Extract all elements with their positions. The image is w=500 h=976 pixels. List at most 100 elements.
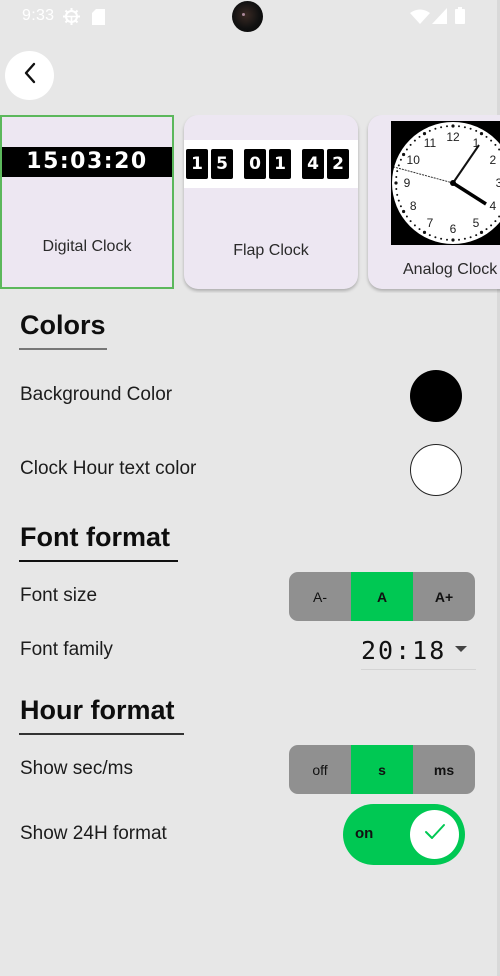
status-bar: 9:33 [0,0,500,34]
font-size-normal-button[interactable]: A [351,572,413,621]
show-sec-ms-segmented-control[interactable]: off s ms [289,745,475,794]
clock-tick [440,126,443,129]
clock-numeral: 4 [489,199,496,213]
clock-type-carousel[interactable]: 15:03:20 Digital Clock 1 5 0 1 4 2 Flap … [0,115,500,293]
flap-digit: 1 [186,149,208,179]
analog-clock-face: 12 1234567891011 [392,122,500,244]
clock-tick [396,170,399,173]
font-family-dropdown[interactable]: 20:18 [361,632,476,670]
clock-tick [485,135,488,138]
sec-off-button[interactable]: off [289,745,351,794]
clock-tick [399,158,402,161]
clock-tick [418,228,421,231]
clock-tick [494,143,497,146]
clock-tick [418,135,421,138]
font-size-segmented-control[interactable]: A- A A+ [289,572,475,621]
clock-tick [394,181,398,185]
section-underline [19,733,184,735]
background-color-label: Background Color [20,384,173,405]
font-family-preview: 20:18 [361,636,447,665]
card-label: Analog Clock [403,261,498,278]
clock-numeral: 11 [424,136,437,150]
clock-tick [463,237,466,240]
sec-ms-button[interactable]: ms [413,745,475,794]
wifi-icon [410,9,430,29]
section-underline [19,348,107,350]
card-label: Flap Clock [233,242,309,259]
back-button[interactable] [5,51,54,100]
clock-tick [490,224,493,227]
card-label: Digital Clock [42,238,132,255]
clock-tick [469,127,472,130]
section-title-hour-format: Hour format [20,695,175,725]
clock-tick [396,193,399,196]
clock-numeral: 3 [496,176,500,190]
section-title-colors: Colors [20,310,106,340]
clock-tick [409,143,412,146]
clock-hour-text-color-label: Clock Hour text color [20,458,197,479]
background-color-swatch[interactable] [410,370,462,422]
clock-hour-text-color-swatch[interactable] [410,444,462,496]
checkmark-icon [424,823,446,846]
clock-tick [402,209,406,214]
show-24h-toggle[interactable]: on [343,804,465,865]
flap-digit: 5 [211,149,233,179]
sec-s-button[interactable]: s [351,745,413,794]
clock-type-card-digital[interactable]: 15:03:20 Digital Clock [0,115,174,289]
clock-numeral: 6 [450,222,457,236]
clock-numeral: 5 [473,216,480,230]
flap-digit: 0 [244,149,266,179]
clock-type-card-analog[interactable]: 12 1 2 3 4 5 6 7 8 9 10 11 Analog Clock [368,115,500,289]
clock-numeral: 7 [427,216,434,230]
clock-tick [413,224,416,227]
clock-tick [395,188,398,190]
flap-clock-preview: 1 5 0 1 4 2 [184,140,358,188]
analog-clock-preview: 12 1 2 3 4 5 6 7 8 9 10 11 [391,121,500,245]
clock-tick [446,238,448,241]
show-sec-ms-label: Show sec/ms [20,758,133,779]
clock-tick [479,230,484,234]
section-title-font-format: Font format [20,522,170,552]
clock-tick [405,148,408,151]
clock-tick [446,125,448,128]
font-size-decrease-button[interactable]: A- [289,572,351,621]
clock-tick [428,129,431,132]
clock-tick [490,139,493,142]
digital-clock-preview: 15:03:20 [2,147,172,177]
clock-tick [463,126,466,129]
clock-tick [479,132,484,136]
clock-tick [402,152,406,157]
cell-signal-icon [432,8,447,29]
font-size-increase-button[interactable]: A+ [413,572,475,621]
clock-tick [434,236,437,239]
clock-tick [458,238,460,241]
clock-tick [451,124,455,128]
clock-tick [397,164,400,167]
flap-digit: 2 [327,149,349,179]
settings-gear-icon [63,8,80,30]
clock-numeral: 12 [446,130,460,144]
clock-tick [409,220,412,223]
clock-type-card-flap[interactable]: 1 5 0 1 4 2 Flap Clock [184,115,358,289]
flap-digit: 4 [302,149,324,179]
clock-tick [475,234,478,237]
clock-tick [422,230,427,234]
clock-numeral: 2 [489,153,496,167]
clock-tick [397,199,400,202]
battery-icon [455,7,465,29]
sd-card-icon [92,9,105,30]
show-24h-label: Show 24H format [20,823,167,844]
chevron-left-icon [22,61,38,90]
clock-tick [405,215,408,218]
dropdown-arrow-icon [455,646,467,652]
flap-digit: 1 [269,149,291,179]
clock-tick [485,228,488,231]
toggle-state-label: on [355,825,374,842]
font-size-label: Font size [20,585,98,606]
clock-tick [494,220,497,223]
clock-tick [434,127,437,130]
clock-tick [395,176,398,178]
front-camera [232,1,263,32]
clock-numeral: 8 [410,199,417,213]
clock-tick [440,237,443,240]
